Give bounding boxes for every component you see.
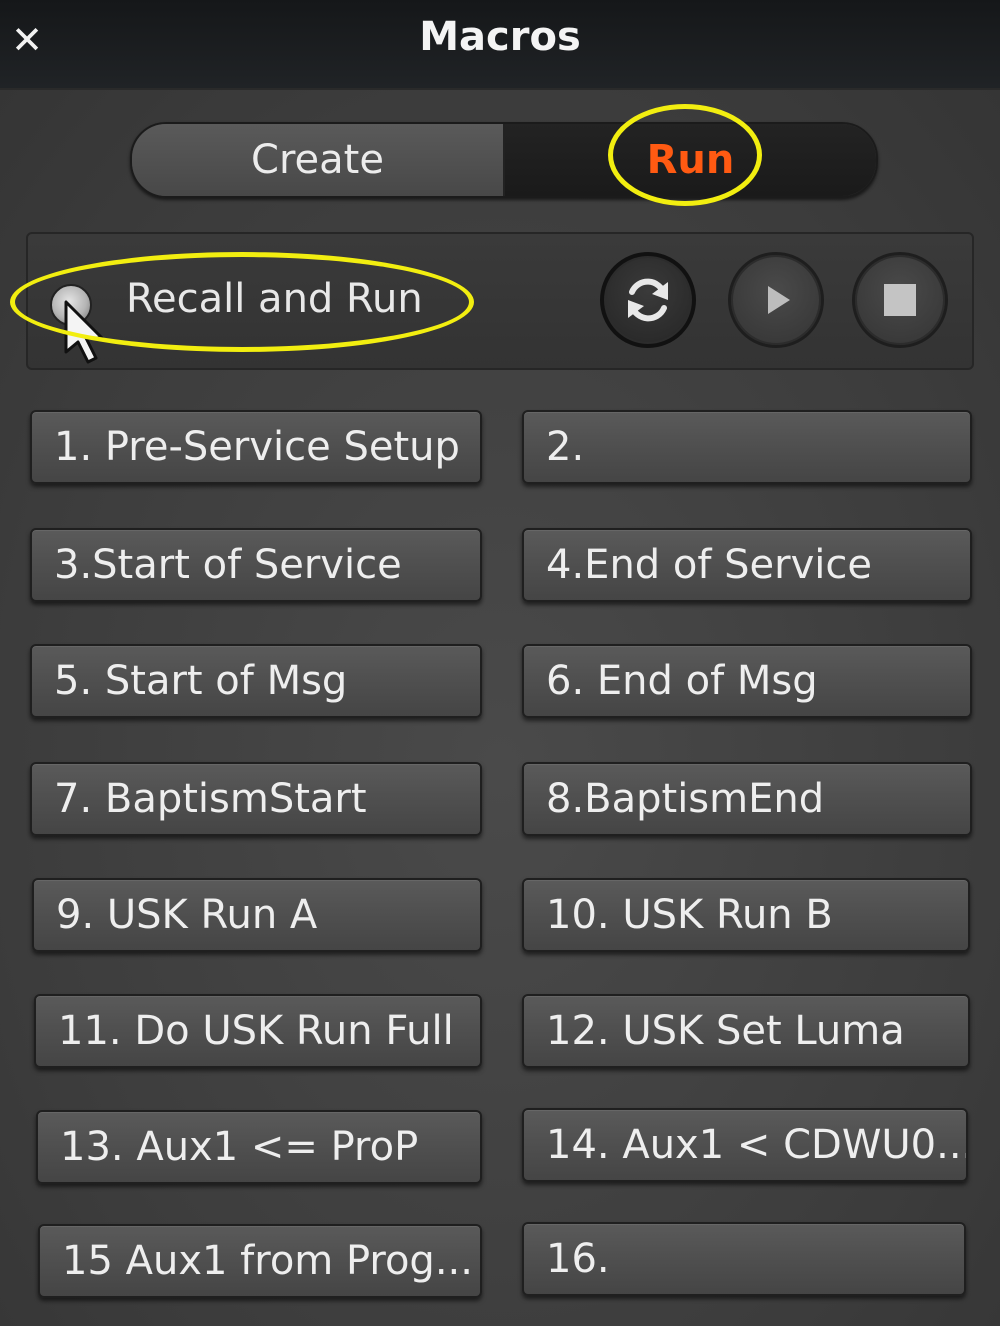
macro-button-3[interactable]: 3.Start of Service bbox=[30, 528, 482, 602]
macro-button-7[interactable]: 7. BaptismStart bbox=[30, 762, 482, 836]
macro-button-5[interactable]: 5. Start of Msg bbox=[30, 644, 482, 718]
macro-button-12[interactable]: 12. USK Set Luma bbox=[522, 994, 970, 1068]
macro-button-13[interactable]: 13. Aux1 <= ProP bbox=[36, 1110, 482, 1184]
play-icon bbox=[768, 286, 790, 314]
loop-button[interactable] bbox=[600, 252, 696, 348]
title-bar: ✕ Macros bbox=[0, 0, 1000, 90]
macro-button-11[interactable]: 11. Do USK Run Full bbox=[34, 994, 482, 1068]
macro-button-10[interactable]: 10. USK Run B bbox=[522, 878, 970, 952]
loop-icon bbox=[628, 278, 668, 322]
mouse-cursor-icon bbox=[64, 300, 104, 364]
stop-button[interactable] bbox=[852, 252, 948, 348]
tab-run[interactable]: Run bbox=[505, 124, 876, 196]
macro-button-16[interactable]: 16. bbox=[522, 1222, 966, 1296]
macro-button-14[interactable]: 14. Aux1 < CDWU0... bbox=[522, 1108, 968, 1182]
macro-button-8[interactable]: 8.BaptismEnd bbox=[522, 762, 972, 836]
macro-button-6[interactable]: 6. End of Msg bbox=[522, 644, 972, 718]
tab-create[interactable]: Create bbox=[132, 124, 505, 196]
play-button[interactable] bbox=[728, 252, 824, 348]
mode-segmented-control: Create Run bbox=[130, 122, 878, 198]
macro-button-9[interactable]: 9. USK Run A bbox=[32, 878, 482, 952]
macro-button-1[interactable]: 1. Pre-Service Setup bbox=[30, 410, 482, 484]
stop-icon bbox=[884, 284, 916, 316]
macro-button-2[interactable]: 2. bbox=[522, 410, 972, 484]
window-title: Macros bbox=[419, 14, 581, 60]
macro-button-4[interactable]: 4.End of Service bbox=[522, 528, 972, 602]
recall-and-run-label: Recall and Run bbox=[126, 276, 423, 322]
macro-button-15[interactable]: 15 Aux1 from Prog... bbox=[38, 1224, 482, 1298]
